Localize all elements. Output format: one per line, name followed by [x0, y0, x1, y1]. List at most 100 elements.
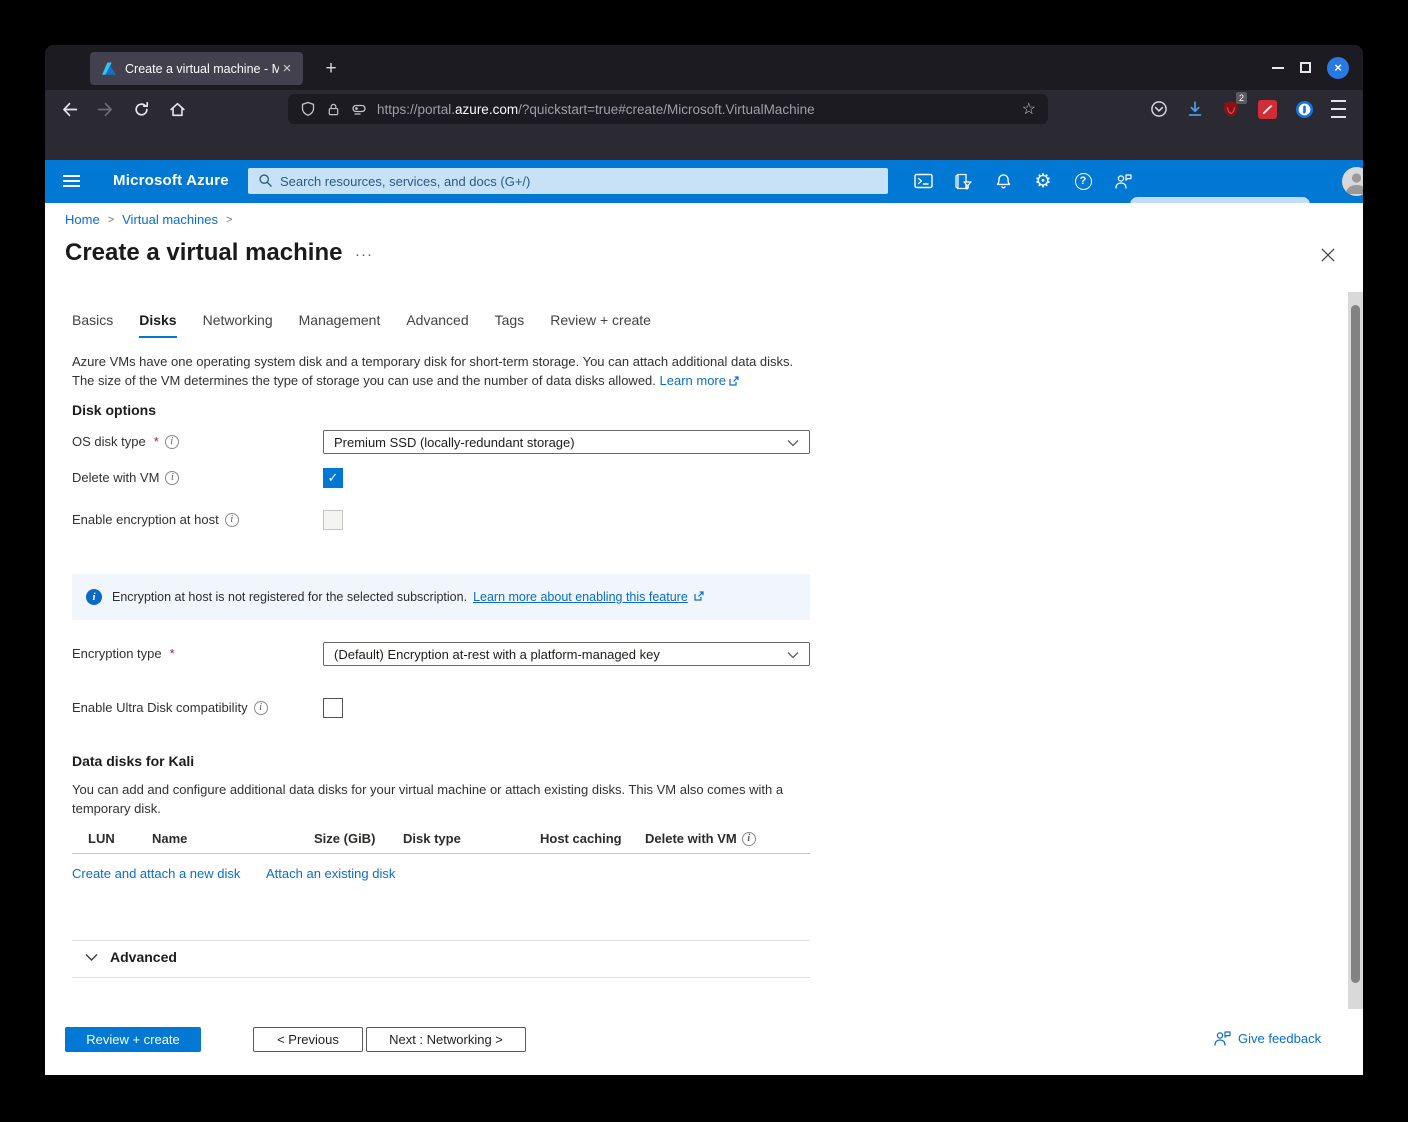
- feedback-icon: [1214, 1031, 1231, 1046]
- desktop-background: Create a virtual machine - Mi × + × http…: [0, 0, 1408, 1122]
- url-path: /?quickstart=true#create/Microsoft.Virtu…: [518, 101, 815, 117]
- portal-menu-icon[interactable]: [60, 172, 84, 192]
- external-link-icon: [729, 374, 739, 389]
- info-icon[interactable]: i: [165, 470, 180, 485]
- new-tab-button[interactable]: +: [318, 56, 344, 82]
- cloud-shell-icon[interactable]: [911, 169, 935, 193]
- encryption-at-host-label: Enable encryption at host i: [72, 512, 239, 527]
- back-icon[interactable]: [53, 93, 85, 125]
- page-title: Create a virtual machine: [65, 239, 343, 266]
- ultra-disk-checkbox[interactable]: ✓: [323, 698, 343, 718]
- info-icon[interactable]: i: [224, 512, 239, 527]
- window-maximize-button[interactable]: [1300, 62, 1311, 73]
- tab-disks[interactable]: Disks: [139, 312, 177, 338]
- scrollbar-track[interactable]: [1348, 292, 1363, 1009]
- delete-with-vm-checkbox[interactable]: ✓: [323, 468, 343, 488]
- notifications-bell-icon[interactable]: [991, 169, 1015, 193]
- forward-icon[interactable]: [89, 93, 121, 125]
- tab-close-icon[interactable]: ×: [279, 60, 295, 77]
- feedback-icon[interactable]: [1111, 169, 1135, 193]
- data-disks-description: You can add and configure additional dat…: [72, 780, 817, 818]
- tab-advanced[interactable]: Advanced: [406, 312, 468, 338]
- delete-with-vm-label: Delete with VM i: [72, 470, 180, 485]
- banner-link-label: Learn more about enabling this feature: [473, 590, 688, 604]
- divider: [72, 940, 810, 941]
- encryption-type-dropdown[interactable]: (Default) Encryption at-rest with a plat…: [323, 642, 810, 666]
- breadcrumb-virtual-machines[interactable]: Virtual machines: [122, 212, 218, 227]
- account-avatar[interactable]: [1342, 167, 1363, 196]
- os-disk-type-value: Premium SSD (locally-redundant storage): [334, 434, 575, 450]
- settings-gear-icon[interactable]: ⚙: [1031, 169, 1055, 193]
- menu-icon[interactable]: [1326, 97, 1350, 121]
- url-bar[interactable]: https://portal.azure.com/?quickstart=tru…: [288, 94, 1048, 124]
- tracking-shield-icon[interactable]: [300, 101, 316, 117]
- chevron-down-icon: [787, 647, 799, 662]
- banner-info-icon: i: [86, 589, 102, 605]
- help-icon[interactable]: ?: [1071, 169, 1095, 193]
- tab-review-create[interactable]: Review + create: [550, 312, 651, 338]
- intro-text: Azure VMs have one operating system disk…: [72, 352, 817, 391]
- home-icon[interactable]: [161, 93, 193, 125]
- banner-text: Encryption at host is not registered for…: [112, 590, 468, 604]
- window-minimize-button[interactable]: [1272, 66, 1284, 69]
- attach-existing-disk-link[interactable]: Attach an existing disk: [266, 866, 395, 881]
- scrollbar-thumb[interactable]: [1351, 305, 1360, 983]
- info-icon[interactable]: i: [741, 831, 756, 846]
- banner-learn-more-link[interactable]: Learn more about enabling this feature: [473, 590, 688, 604]
- previous-button[interactable]: < Previous: [253, 1027, 363, 1052]
- help-question-mark: ?: [1074, 172, 1092, 190]
- browser-window: Create a virtual machine - Mi × + × http…: [45, 45, 1363, 1075]
- pocket-icon[interactable]: [1147, 97, 1171, 121]
- lock-icon[interactable]: [326, 102, 341, 117]
- external-link-icon: [694, 590, 704, 604]
- tab-basics[interactable]: Basics: [72, 312, 113, 338]
- col-size: Size (GiB): [314, 831, 376, 846]
- data-disks-heading: Data disks for Kali: [72, 753, 195, 769]
- os-disk-type-dropdown[interactable]: Premium SSD (locally-redundant storage): [323, 430, 810, 454]
- wand-extension-icon[interactable]: [1255, 97, 1279, 121]
- disk-options-heading: Disk options: [72, 402, 157, 418]
- next-networking-button[interactable]: Next : Networking >: [366, 1027, 526, 1052]
- blade-close-icon[interactable]: [1319, 246, 1337, 264]
- portal-search-input[interactable]: [248, 168, 888, 194]
- review-create-button[interactable]: Review + create: [65, 1027, 201, 1052]
- encryption-at-host-checkbox[interactable]: ✓: [323, 510, 343, 530]
- context-menu-icon[interactable]: ···: [355, 246, 373, 263]
- info-icon[interactable]: i: [164, 434, 179, 449]
- window-close-button[interactable]: ×: [1327, 56, 1349, 79]
- info-icon[interactable]: i: [253, 700, 268, 715]
- breadcrumb-home[interactable]: Home: [65, 212, 100, 227]
- tab-tags[interactable]: Tags: [495, 312, 525, 338]
- create-attach-disk-link[interactable]: Create and attach a new disk: [72, 866, 240, 881]
- directory-filter-icon[interactable]: [951, 169, 975, 193]
- checkmark-icon: ✓: [327, 470, 339, 485]
- url-prefix: https://portal.: [377, 101, 456, 117]
- give-feedback-link[interactable]: Give feedback: [1213, 1030, 1321, 1047]
- onepassword-extension-icon[interactable]: [1292, 97, 1316, 121]
- create-vm-blade: Home > Virtual machines > Create a virtu…: [45, 203, 1363, 1075]
- azure-brand[interactable]: Microsoft Azure: [113, 172, 229, 189]
- reload-icon[interactable]: [125, 93, 157, 125]
- encryption-type-label-text: Encryption type: [72, 646, 162, 661]
- os-disk-type-label-text: OS disk type: [72, 434, 146, 449]
- search-icon: [258, 173, 273, 193]
- url-domain: azure.com: [455, 101, 519, 117]
- browser-tab[interactable]: Create a virtual machine - Mi ×: [90, 52, 303, 85]
- ublock-extension-icon[interactable]: 2: [1219, 92, 1247, 121]
- chevron-down-icon: [85, 953, 98, 961]
- data-disks-line2: temporary disk.: [72, 801, 161, 816]
- advanced-section-toggle[interactable]: Advanced: [85, 949, 177, 965]
- delete-with-vm-label-text: Delete with VM: [72, 470, 160, 485]
- required-marker: *: [153, 434, 159, 449]
- col-delete-with-vm: Delete with VM i: [645, 831, 756, 846]
- bookmark-star-icon[interactable]: ☆: [1022, 99, 1036, 119]
- learn-more-link[interactable]: Learn more: [660, 373, 726, 388]
- downloads-icon[interactable]: [1183, 97, 1207, 121]
- permissions-icon[interactable]: [351, 101, 367, 117]
- tab-management[interactable]: Management: [299, 312, 381, 338]
- ublock-badge: 2: [1235, 92, 1247, 104]
- data-disks-line1: You can add and configure additional dat…: [72, 782, 784, 797]
- tab-networking[interactable]: Networking: [203, 312, 273, 338]
- advanced-label: Advanced: [110, 949, 177, 965]
- col-lun: LUN: [88, 831, 115, 846]
